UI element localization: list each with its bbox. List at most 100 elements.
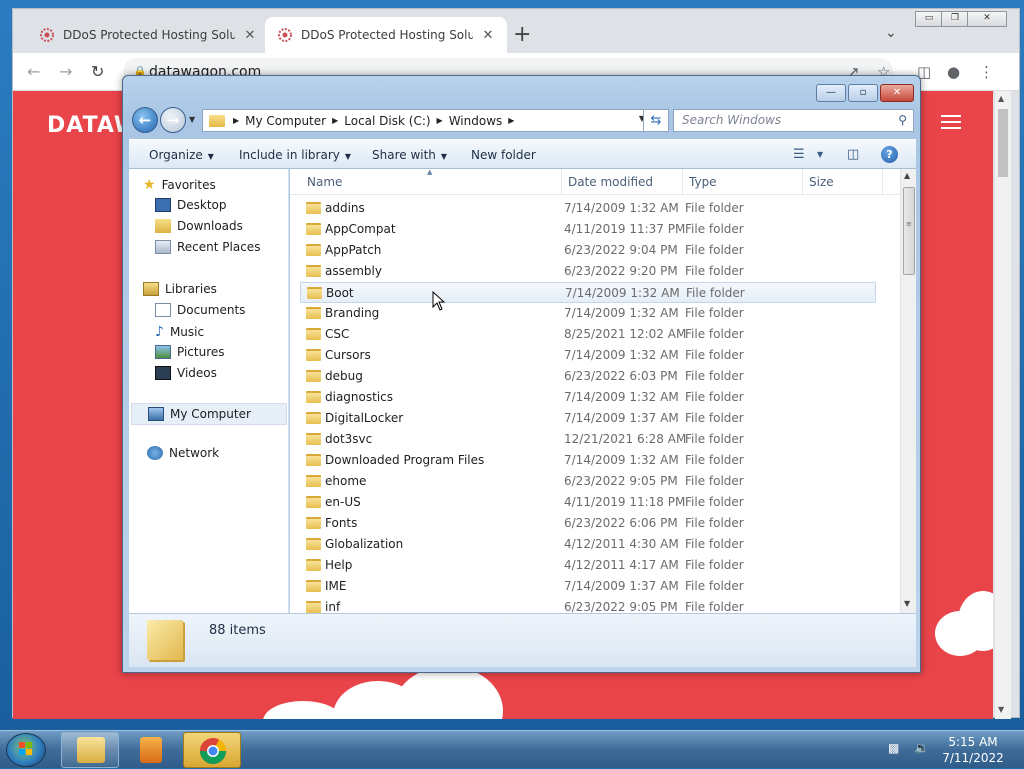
nav-documents[interactable]: Documents	[155, 303, 245, 317]
browser-tab-2[interactable]: DDoS Protected Hosting Solution ✕	[265, 17, 507, 53]
nav-music[interactable]: ♪ Music	[155, 324, 204, 340]
file-row[interactable]: ehome 6/23/2022 9:05 PM File folder	[300, 471, 876, 492]
nav-libraries[interactable]: Libraries	[143, 282, 217, 296]
nav-favorites[interactable]: ★ Favorites	[143, 177, 216, 193]
browser-restore-button[interactable]: ❐	[941, 11, 969, 27]
file-row[interactable]: CSC 8/25/2021 12:02 AM File folder	[300, 324, 876, 345]
scrollbar-thumb[interactable]	[998, 109, 1008, 177]
chevron-right-icon[interactable]: ▶	[508, 116, 514, 125]
column-divider[interactable]	[882, 169, 883, 195]
nav-recent-places-label: Recent Places	[177, 240, 261, 254]
taskbar-media-player[interactable]	[121, 732, 179, 768]
system-clock[interactable]: 5:15 AM 7/11/2022	[938, 734, 1008, 766]
file-row[interactable]: IME 7/14/2009 1:37 AM File folder	[300, 576, 876, 597]
start-button[interactable]	[6, 733, 46, 767]
explorer-minimize-button[interactable]: —	[816, 84, 846, 102]
nav-network[interactable]: Network	[147, 446, 219, 460]
file-row[interactable]: inf 6/23/2022 9:05 PM File folder	[300, 597, 876, 613]
file-row[interactable]: Boot 7/14/2009 1:32 AM File folder	[300, 282, 876, 303]
column-size[interactable]: Size	[809, 175, 834, 189]
volume-icon[interactable]: 🔉	[914, 741, 929, 755]
file-type: File folder	[685, 537, 744, 551]
taskbar-chrome[interactable]	[183, 732, 241, 768]
chevron-right-icon[interactable]: ▶	[437, 116, 443, 125]
tab-close-icon[interactable]: ✕	[481, 28, 495, 43]
nav-desktop[interactable]: Desktop	[155, 198, 227, 212]
explorer-restore-button[interactable]: ▫	[848, 84, 878, 102]
file-row[interactable]: Downloaded Program Files 7/14/2009 1:32 A…	[300, 450, 876, 471]
search-icon[interactable]: ⚲	[898, 110, 907, 131]
file-row[interactable]: addins 7/14/2009 1:32 AM File folder	[300, 198, 876, 219]
breadcrumb-my-computer[interactable]: My Computer	[245, 114, 326, 128]
file-row[interactable]: Globalization 4/12/2011 4:30 AM File folde…	[300, 534, 876, 555]
page-scrollbar[interactable]: ▲ ▼	[995, 91, 1011, 719]
view-options-dropdown-icon[interactable]: ▼	[817, 150, 823, 159]
scroll-up-icon[interactable]: ▲	[998, 94, 1004, 103]
file-row[interactable]: Branding 7/14/2009 1:32 AM File folder	[300, 303, 876, 324]
nav-recent-places[interactable]: Recent Places	[155, 240, 260, 254]
chevron-right-icon[interactable]: ▶	[332, 116, 338, 125]
new-tab-button[interactable]: +	[513, 23, 531, 47]
breadcrumb-local-disk[interactable]: Local Disk (C:)	[344, 114, 430, 128]
browser-tab-1[interactable]: DDoS Protected Hosting Solution ✕	[27, 17, 269, 53]
include-in-library-button[interactable]: Include in library ▼	[239, 148, 351, 162]
network-tray-icon[interactable]: ▩	[888, 741, 899, 755]
file-row[interactable]: debug 6/23/2022 6:03 PM File folder	[300, 366, 876, 387]
column-name[interactable]: Name	[307, 175, 342, 189]
browser-close-button[interactable]: ✕	[967, 11, 1007, 27]
forward-arrow-icon[interactable]: →	[160, 107, 186, 133]
explorer-close-button[interactable]: ✕	[880, 84, 914, 102]
profile-icon[interactable]: ●	[947, 63, 960, 81]
file-date-modified: 4/11/2019 11:37 PM	[564, 222, 686, 236]
change-view-icon[interactable]: ☰	[793, 147, 805, 162]
file-row[interactable]: dot3svc 12/21/2021 6:28 AM File folder	[300, 429, 876, 450]
file-row[interactable]: Cursors 7/14/2009 1:32 AM File folder	[300, 345, 876, 366]
tab-close-icon[interactable]: ✕	[243, 28, 257, 43]
share-with-button[interactable]: Share with ▼	[372, 148, 447, 162]
reload-button[interactable]: ↻	[91, 62, 104, 81]
tab-search-button[interactable]: ⌄	[885, 25, 897, 41]
breadcrumb-windows[interactable]: Windows	[449, 114, 503, 128]
file-row[interactable]: assembly 6/23/2022 9:20 PM File folder	[300, 261, 876, 282]
file-date-modified: 7/14/2009 1:32 AM	[565, 286, 680, 300]
scroll-down-icon[interactable]: ▼	[904, 599, 910, 608]
scrollbar-thumb[interactable]: ≡	[903, 187, 915, 275]
file-row[interactable]: diagnostics 7/14/2009 1:32 AM File folder	[300, 387, 876, 408]
column-date-modified[interactable]: Date modified	[568, 175, 653, 189]
file-list-scrollbar[interactable]: ▲ ≡ ▼	[900, 169, 916, 613]
taskbar-explorer[interactable]	[61, 732, 119, 768]
forward-button[interactable]: →	[59, 62, 72, 81]
back-arrow-icon[interactable]: ←	[132, 107, 158, 133]
column-divider[interactable]	[561, 169, 562, 195]
search-input[interactable]: Search Windows ⚲	[673, 109, 914, 132]
back-button[interactable]: ←	[27, 62, 40, 81]
file-row[interactable]: en-US 4/11/2019 11:18 PM File folder	[300, 492, 876, 513]
file-row[interactable]: Help 4/12/2011 4:17 AM File folder	[300, 555, 876, 576]
address-breadcrumb[interactable]: ▶ My Computer ▶ Local Disk (C:) ▶ Window…	[202, 109, 650, 132]
file-row[interactable]: AppPatch 6/23/2022 9:04 PM File folder	[300, 240, 876, 261]
scroll-down-icon[interactable]: ▼	[998, 705, 1004, 714]
file-name: Fonts	[325, 516, 358, 530]
help-icon[interactable]: ?	[881, 146, 898, 163]
menu-icon[interactable]: ⋮	[979, 63, 994, 81]
column-divider[interactable]	[682, 169, 683, 195]
file-row[interactable]: Fonts 6/23/2022 6:06 PM File folder	[300, 513, 876, 534]
nav-my-computer[interactable]: My Computer	[131, 403, 287, 425]
folder-icon	[306, 538, 321, 550]
scroll-up-icon[interactable]: ▲	[904, 171, 910, 180]
column-type[interactable]: Type	[689, 175, 717, 189]
file-row[interactable]: AppCompat 4/11/2019 11:37 PM File folder	[300, 219, 876, 240]
nav-videos[interactable]: Videos	[155, 366, 217, 380]
chevron-right-icon[interactable]: ▶	[233, 116, 239, 125]
refresh-icon[interactable]: ⇆	[643, 109, 669, 132]
organize-button[interactable]: Organize ▼	[149, 148, 214, 162]
recent-pages-dropdown-icon[interactable]: ▼	[189, 115, 195, 124]
nav-pictures[interactable]: Pictures	[155, 345, 225, 359]
file-row[interactable]: DigitalLocker 7/14/2009 1:37 AM File folde…	[300, 408, 876, 429]
nav-downloads[interactable]: Downloads	[155, 219, 243, 233]
hamburger-menu-icon[interactable]	[941, 115, 961, 133]
browser-minimize-button[interactable]: ▭	[915, 11, 943, 27]
preview-pane-icon[interactable]: ◫	[847, 147, 859, 162]
column-divider[interactable]	[802, 169, 803, 195]
new-folder-button[interactable]: New folder	[471, 148, 536, 162]
